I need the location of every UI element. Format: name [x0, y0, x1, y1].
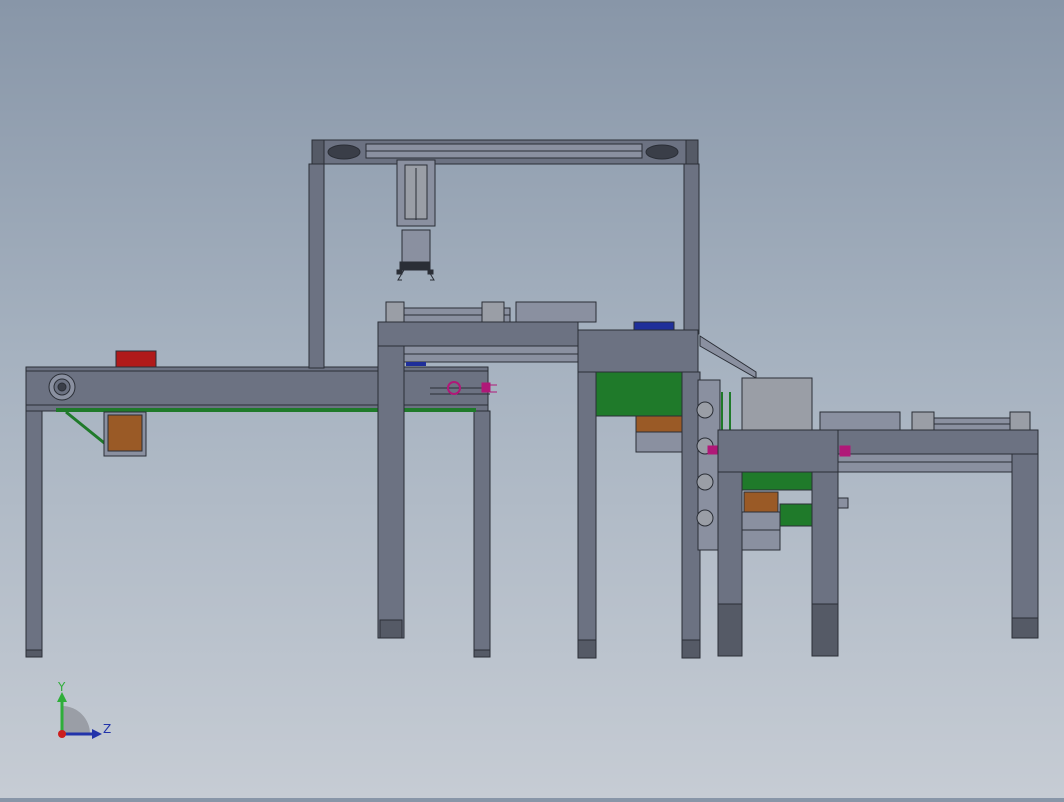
red-sensor-box	[115, 350, 157, 368]
z-axis-label: Z	[103, 722, 111, 736]
lower-station-top	[717, 429, 839, 473]
inclined-chute	[699, 335, 757, 379]
roller-icon	[696, 473, 714, 491]
far-right-box	[819, 411, 901, 431]
roller-icon	[696, 509, 714, 527]
gantry-post	[683, 163, 700, 335]
left-conveyor-leg	[473, 410, 491, 658]
far-right-table	[819, 411, 1039, 639]
assembly-drawing: Y Z	[25, 139, 1039, 739]
control-box	[515, 301, 597, 323]
bracket-slot	[327, 144, 361, 160]
left-conveyor-leg	[25, 410, 43, 658]
cad-viewport[interactable]: Y Z	[0, 0, 1064, 798]
station-top	[577, 329, 699, 373]
gantry-post	[308, 163, 325, 369]
gripper-body	[401, 229, 431, 263]
triad-arc	[62, 706, 90, 734]
roller-icon	[696, 401, 714, 419]
far-right-leg	[1011, 453, 1039, 639]
left-conveyor	[25, 350, 497, 658]
bracket-slot	[645, 144, 679, 160]
green-conveyor-block	[595, 371, 683, 417]
y-axis-label: Y	[57, 680, 66, 694]
far-right-table-top	[837, 429, 1039, 455]
x-axis-dot	[58, 730, 66, 738]
left-conveyor-beam	[25, 366, 489, 412]
station-leg	[577, 371, 597, 659]
green-belt	[741, 471, 813, 491]
coordinate-triad: Y Z	[57, 680, 111, 739]
center-table-leg	[377, 345, 405, 639]
grey-hopper	[741, 377, 813, 433]
blue-sensor	[633, 321, 675, 331]
green-belt	[779, 503, 813, 527]
right-lower-station	[717, 429, 849, 657]
center-table-top	[377, 321, 579, 347]
